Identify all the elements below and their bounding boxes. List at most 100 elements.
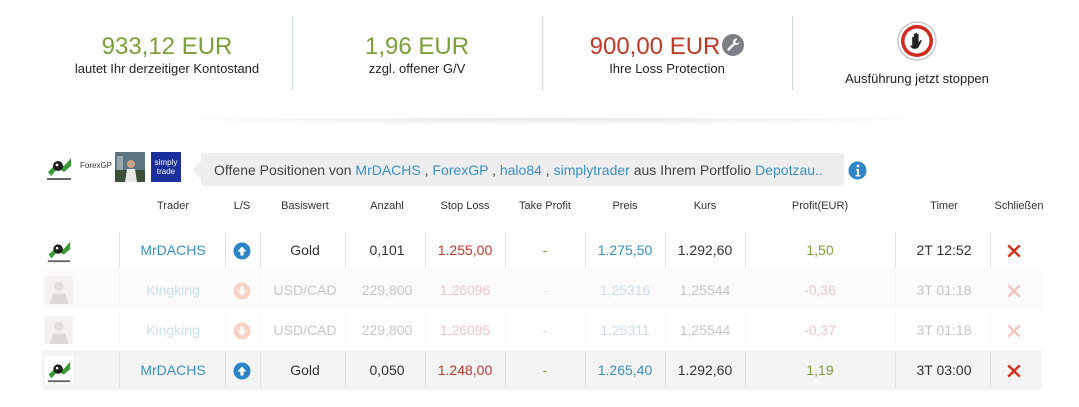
col-take-profit[interactable]: Take Profit xyxy=(519,200,571,212)
close-x-icon[interactable] xyxy=(1006,363,1022,379)
trader-name-link[interactable]: Kingking xyxy=(146,270,200,310)
cell-divider xyxy=(425,352,426,388)
cell-divider xyxy=(585,272,586,308)
asset-cell: USD/CAD xyxy=(273,282,337,298)
timer-cell: 3T 03:00 xyxy=(916,362,972,378)
trader-thumb-mrdachs[interactable] xyxy=(44,152,74,182)
cell-divider xyxy=(260,232,261,268)
cell-divider xyxy=(895,272,896,308)
arrow-up-circle-icon xyxy=(233,362,251,380)
cell-divider xyxy=(505,352,506,388)
timer-cell: 3T 01:18 xyxy=(916,282,972,298)
price-cell: 1,25311 xyxy=(600,322,650,338)
loss-protection-stat: 900,00 EUR Ihre Loss Protection xyxy=(542,0,792,110)
col-amount[interactable]: Anzahl xyxy=(370,200,404,212)
trader-avatar[interactable] xyxy=(45,276,73,304)
arrow-down-circle-icon xyxy=(233,282,251,300)
info-icon[interactable] xyxy=(848,161,867,180)
cell-divider xyxy=(225,352,226,388)
separator: , xyxy=(541,162,554,178)
col-price[interactable]: Preis xyxy=(612,200,637,212)
separator: , xyxy=(488,162,500,178)
trader-avatar[interactable] xyxy=(45,236,73,264)
stats-shadow xyxy=(142,118,960,126)
portfolio-link[interactable]: Depotzau.. xyxy=(755,162,823,178)
stop-execution-label[interactable]: Ausführung jetzt stoppen xyxy=(792,71,1042,87)
cell-divider xyxy=(585,352,586,388)
col-profit[interactable]: Profit(EUR) xyxy=(792,200,848,212)
loss-protection-value: 900,00 EUR xyxy=(542,33,792,61)
trader-name-link[interactable]: MrDACHS xyxy=(140,230,205,270)
close-position-cell[interactable] xyxy=(1006,350,1022,390)
amount-cell: 229,800 xyxy=(361,322,413,338)
cell-divider xyxy=(895,312,896,348)
positions-table-header: Trader L/S Basiswert Anzahl Stop Loss Ta… xyxy=(42,200,1044,222)
col-stop-loss[interactable]: Stop Loss xyxy=(441,200,490,212)
trader-link-simplytrader[interactable]: simplytrader xyxy=(554,162,630,178)
open-pl-label: zzgl. offener G/V xyxy=(368,61,466,76)
rate-cell: 1.292,60 xyxy=(677,362,733,378)
cell-divider xyxy=(345,272,346,308)
col-trader[interactable]: Trader xyxy=(157,200,189,212)
price-cell: 1.275,50 xyxy=(597,242,653,258)
cell-divider xyxy=(585,232,586,268)
take-profit-cell[interactable]: - xyxy=(543,350,548,390)
trader-link-mrdachs[interactable]: MrDACHS xyxy=(355,162,420,178)
cell-divider xyxy=(745,352,746,388)
col-rate[interactable]: Kurs xyxy=(694,200,717,212)
cell-divider xyxy=(505,312,506,348)
cell-divider xyxy=(990,352,991,388)
asset-cell: Gold xyxy=(290,242,320,258)
close-x-icon[interactable] xyxy=(1006,243,1022,259)
direction-cell xyxy=(233,350,251,390)
cell-divider xyxy=(425,232,426,268)
cell-divider xyxy=(260,272,261,308)
cell-divider xyxy=(345,352,346,388)
stop-loss-cell[interactable]: 1,26096 xyxy=(440,270,491,310)
table-row[interactable]: Kingking USD/CAD 229,800 1,26095 - 1,25311 1,2… xyxy=(42,310,1042,350)
trader-avatar[interactable] xyxy=(45,356,73,384)
cell-divider xyxy=(665,272,666,308)
stop-loss-cell[interactable]: 1.248,00 xyxy=(438,350,493,390)
close-position-cell[interactable] xyxy=(1006,310,1022,350)
trader-avatar[interactable] xyxy=(45,316,73,344)
col-close[interactable]: Schließen xyxy=(995,200,1044,212)
trader-name-link[interactable]: Kingking xyxy=(146,310,200,350)
cell-divider xyxy=(745,312,746,348)
close-x-icon[interactable] xyxy=(1006,323,1022,339)
table-row[interactable]: Kingking USD/CAD 229,800 1,26096 - 1,25316 1,2… xyxy=(42,270,1042,310)
cell-divider xyxy=(425,312,426,348)
close-position-cell[interactable] xyxy=(1006,270,1022,310)
open-pl-stat: 1,96 EUR zzgl. offener G/V xyxy=(292,0,542,110)
col-asset[interactable]: Basiswert xyxy=(281,200,329,212)
stop-loss-cell[interactable]: 1,26095 xyxy=(440,310,491,350)
take-profit-cell[interactable]: - xyxy=(543,310,548,350)
stop-execution-control[interactable]: Ausführung jetzt stoppen xyxy=(792,0,1042,110)
trader-thumb-forexgp-label[interactable]: ForexGP xyxy=(80,161,112,170)
profit-cell: 1,50 xyxy=(806,242,834,258)
trader-link-forexgp[interactable]: ForexGP xyxy=(432,162,488,178)
cell-divider xyxy=(119,312,120,348)
cell-divider xyxy=(345,232,346,268)
cell-divider xyxy=(225,272,226,308)
close-x-icon[interactable] xyxy=(1006,283,1022,299)
take-profit-cell[interactable]: - xyxy=(543,270,548,310)
table-row[interactable]: MrDACHS Gold 0,050 1.248,00 - 1.265,40 1.292,6… xyxy=(42,350,1042,390)
rate-cell: 1.292,60 xyxy=(677,242,733,258)
close-position-cell[interactable] xyxy=(1006,230,1022,270)
cell-divider xyxy=(990,272,991,308)
table-row[interactable]: MrDACHS Gold 0,101 1.255,00 - 1.275,50 1.292,6… xyxy=(42,230,1042,270)
cell-divider xyxy=(585,312,586,348)
cell-divider xyxy=(990,232,991,268)
trader-thumb-simplytrader[interactable]: simply trade xyxy=(151,152,181,182)
stop-hand-icon[interactable] xyxy=(896,20,938,62)
take-profit-cell[interactable]: - xyxy=(543,230,548,270)
stop-loss-cell[interactable]: 1.255,00 xyxy=(438,230,493,270)
trader-thumb-halo84[interactable] xyxy=(115,152,145,182)
trader-link-halo84[interactable]: halo84 xyxy=(500,162,542,178)
col-timer[interactable]: Timer xyxy=(930,200,958,212)
col-long-short[interactable]: L/S xyxy=(234,200,251,212)
wrench-icon[interactable] xyxy=(722,34,745,56)
cell-divider xyxy=(505,232,506,268)
trader-name-link[interactable]: MrDACHS xyxy=(140,350,205,390)
